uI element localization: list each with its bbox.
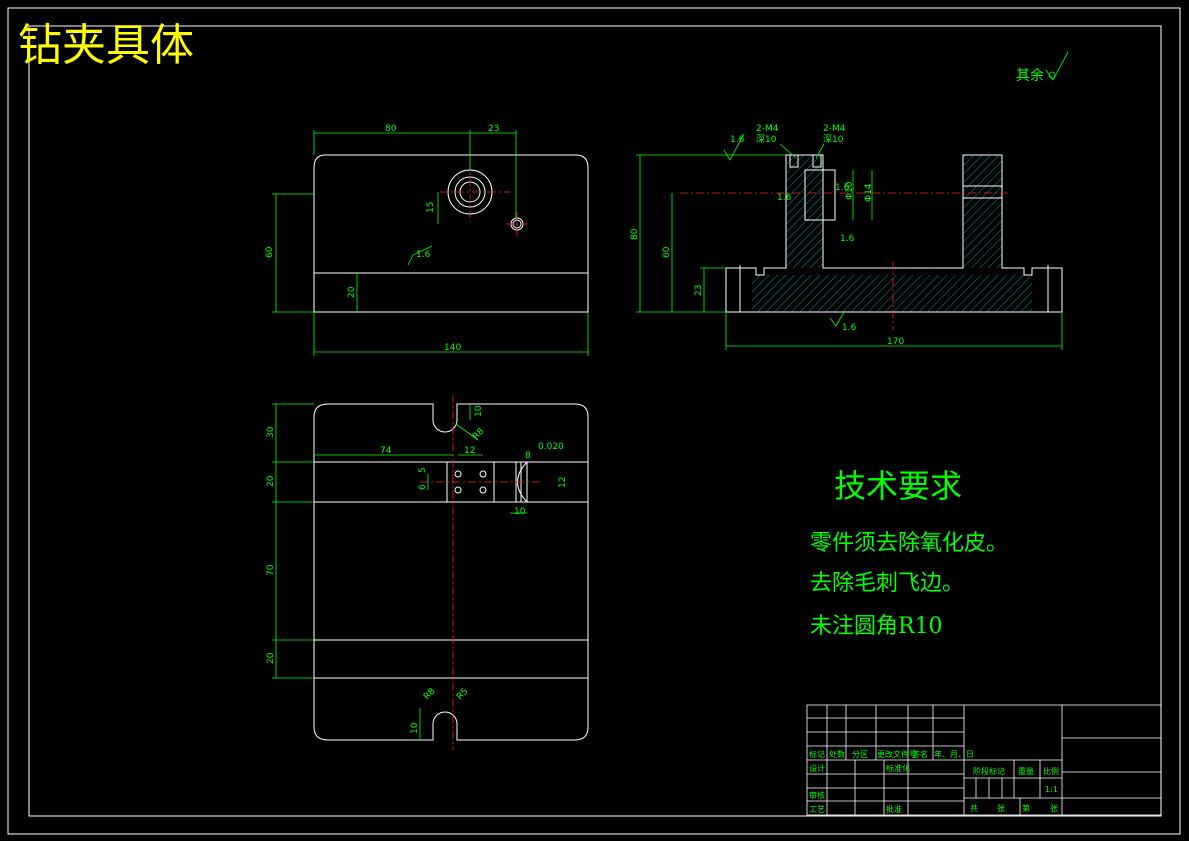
tb-col-sign: 签名 (912, 749, 928, 759)
callout-m4-left-depth: 深10 (756, 134, 777, 145)
hole-1 (454, 470, 462, 478)
dim-top-10: 10 (474, 405, 484, 417)
roughness-note-text: 其余 (1016, 67, 1044, 84)
inner-frame (28, 25, 1162, 817)
dim-side-60: 60 (662, 246, 672, 258)
dim-front-60: 60 (265, 246, 275, 258)
hole-2 (479, 470, 487, 478)
hole-4 (479, 486, 487, 494)
top-view: 30 20 70 20 74 12 10 5 6 8 0.020 10 12 R… (266, 395, 589, 750)
side-roughness-bottom: 1.6 (842, 323, 857, 333)
tb-col-zone: 分区 (852, 750, 868, 759)
dim-top-20-lower: 20 (266, 652, 276, 664)
tb-sheet-label: 张 (1050, 804, 1058, 813)
technical-requirements: 技术要求 零件须去除氧化皮。 去除毛刺飞边。 未注圆角R10 (810, 467, 1008, 639)
dim-top-70: 70 (266, 564, 276, 576)
dim-front-23: 23 (488, 124, 499, 134)
dim-front-140: 140 (444, 343, 461, 353)
tb-scale-value: 1:1 (1045, 785, 1058, 794)
dim-side-80: 80 (630, 228, 640, 240)
top-view-outline (313, 403, 589, 741)
dim-top-12: 12 (464, 446, 475, 456)
tb-col-mark: 标记 (809, 749, 825, 759)
hole-3 (454, 486, 462, 494)
callout-m4-right-depth: 深10 (823, 134, 844, 145)
dim-top-30: 30 (266, 426, 276, 438)
title-block: 标记 处数 分区 更改文件号 签名 年、月、日 设计 标准化 审核 工艺 批准 … (806, 704, 1162, 816)
dim-top-12-section: 12 (558, 477, 568, 488)
dim-top-r5: R5 (455, 687, 471, 703)
callout-m4-left: 2-M4 (756, 124, 779, 134)
dim-front-80: 80 (385, 124, 397, 134)
tb-process: 工艺 (809, 805, 825, 814)
side-roughness-low: 1.6 (840, 234, 855, 244)
tb-col-date: 年、月、日 (934, 749, 974, 759)
dim-side-phi10: Φ10 (845, 181, 855, 200)
dim-side-23: 23 (694, 285, 704, 296)
dim-side-phi14: Φ14 (864, 183, 874, 202)
dim-top-8: 8 (525, 451, 531, 461)
tb-stage-mark: 阶段标记 (973, 766, 1005, 776)
dim-top-5: 5 (418, 467, 428, 473)
roughness-note: 其余 (1016, 51, 1069, 84)
dim-front-20: 20 (347, 286, 357, 298)
side-view-base-hatch (752, 275, 1032, 312)
dim-top-r8: R8 (471, 426, 487, 442)
dim-top-10-lower: 10 (514, 507, 526, 517)
tb-scale: 比例 (1043, 766, 1059, 776)
dim-top-74: 74 (380, 446, 392, 456)
outer-border (7, 7, 1181, 835)
tech-requirement-2: 去除毛刺飞边。 (810, 571, 964, 596)
dim-top-10-bottom: 10 (410, 722, 420, 734)
tech-requirement-3: 未注圆角R10 (810, 614, 943, 639)
tb-col-change-doc: 更改文件号 (877, 749, 917, 759)
tb-weight: 重量 (1018, 766, 1034, 776)
dim-top-6: 6 (418, 484, 428, 490)
dim-top-20: 20 (266, 475, 276, 487)
tb-col-count: 处数 (829, 749, 845, 759)
tb-sheet-no: 第 (1022, 803, 1030, 813)
dim-top-tolerance: 0.020 (538, 442, 564, 452)
side-roughness-top: 1.6 (730, 135, 745, 145)
callout-m4-right: 2-M4 (823, 124, 846, 134)
dim-top-r8-bottom: R8 (422, 686, 438, 702)
dim-front-15: 15 (426, 202, 436, 213)
tech-requirements-heading: 技术要求 (834, 467, 962, 505)
drawing-title: 钻夹具体 (18, 20, 194, 71)
tb-sheets-total: 共 (970, 804, 978, 813)
tb-standardize: 标准化 (886, 763, 910, 773)
tech-requirement-1: 零件须去除氧化皮。 (810, 531, 1008, 556)
cad-drawing: 钻夹具体 其余 80 23 15 60 20 140 1.6 80 60 23 … (7, 7, 1181, 835)
side-view: 80 60 23 170 2-M4 深10 2-M4 深10 1.6 1.6 1… (630, 124, 1063, 350)
tb-approve: 批准 (886, 804, 902, 814)
front-roughness: 1.6 (416, 250, 431, 260)
tb-review: 审核 (809, 790, 825, 800)
tb-design: 设计 (809, 763, 825, 773)
front-view: 80 23 15 60 20 140 1.6 (265, 124, 589, 356)
dim-side-170: 170 (887, 337, 904, 347)
side-view-right-post-hatch (963, 155, 1002, 268)
side-roughness-left: 1.6 (777, 193, 792, 203)
tb-sheets-label: 张 (997, 804, 1005, 813)
